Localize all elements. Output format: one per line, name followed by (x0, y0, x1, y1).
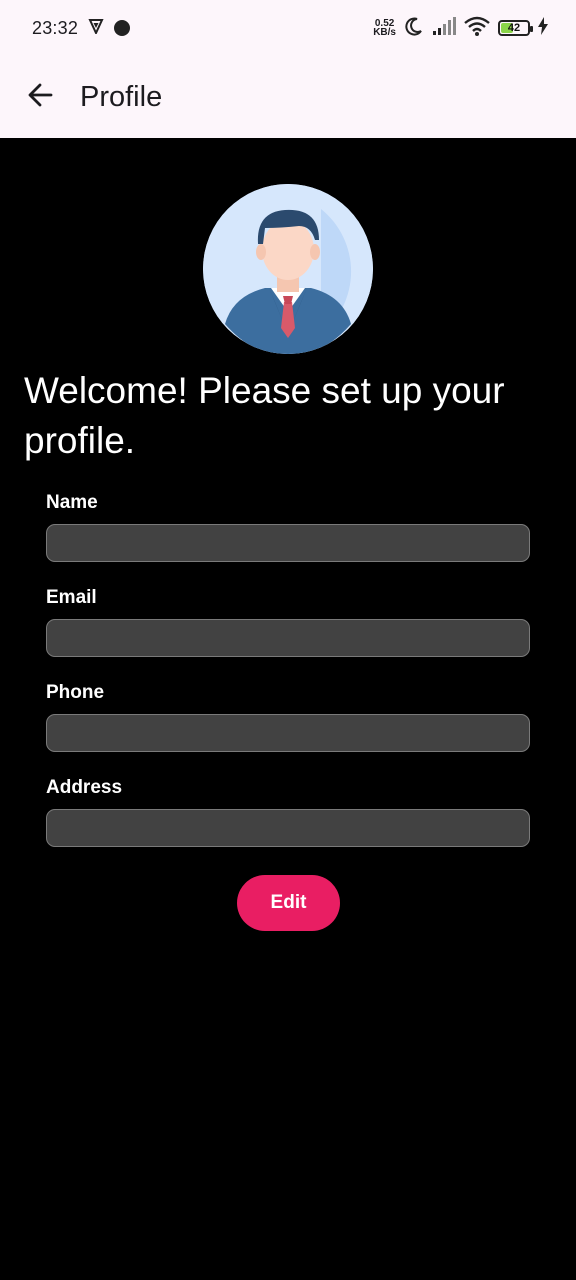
arrow-back-icon (26, 81, 54, 114)
profile-content: Welcome! Please set up your profile. Nam… (0, 138, 576, 1280)
charging-bolt-icon (538, 16, 548, 40)
name-field[interactable] (46, 524, 530, 562)
address-label: Address (46, 777, 123, 798)
back-button[interactable] (24, 81, 56, 113)
edit-button[interactable]: Edit (237, 875, 340, 931)
businessman-avatar-icon (203, 184, 373, 354)
page-title: Profile (80, 80, 163, 113)
battery-level: 42 (507, 22, 521, 34)
email-label: Email (46, 587, 97, 608)
notification-dot-icon (114, 20, 131, 36)
vpn-shield-icon (88, 18, 104, 39)
status-bar: 23:32 0.52 KB/s 42 (0, 0, 576, 56)
net-speed: 0.52 KB/s (373, 19, 396, 38)
email-field[interactable] (46, 619, 530, 657)
net-speed-unit: KB/s (373, 27, 396, 38)
phone-field[interactable] (46, 714, 530, 752)
address-field[interactable] (46, 809, 530, 847)
welcome-message: Welcome! Please set up your profile. (24, 370, 505, 461)
name-label: Name (46, 492, 98, 513)
avatar (203, 184, 373, 354)
moon-icon (404, 16, 424, 41)
app-bar: Profile (0, 56, 576, 138)
phone-label: Phone (46, 682, 105, 703)
status-time: 23:32 (32, 17, 79, 38)
status-bar-right: 0.52 KB/s 42 (373, 16, 548, 41)
status-bar-left: 23:32 (32, 17, 131, 39)
signal-icon (432, 16, 456, 40)
wifi-icon (464, 16, 490, 41)
battery-icon: 42 (498, 20, 533, 36)
